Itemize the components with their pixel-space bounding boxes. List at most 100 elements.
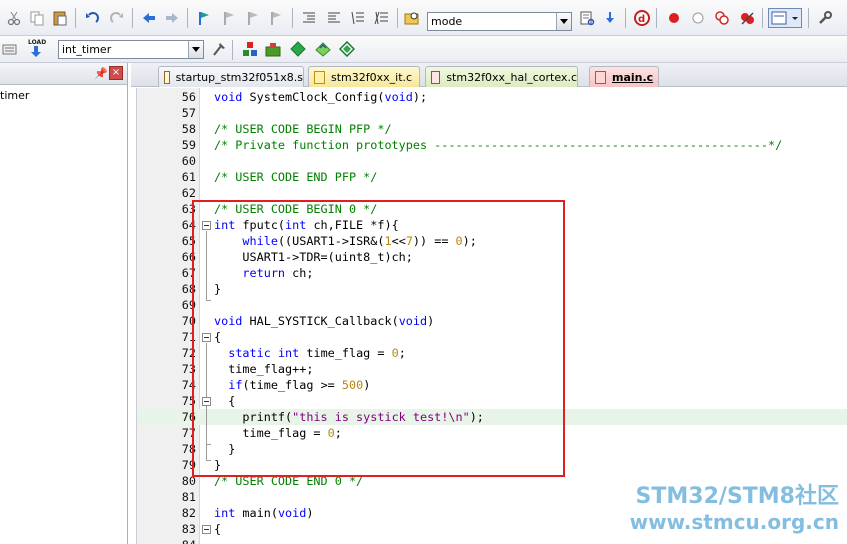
code-line[interactable]: 76 printf("this is systick test!\n");: [137, 409, 847, 425]
chevron-down-icon[interactable]: [188, 41, 203, 58]
code-text: {: [214, 329, 221, 345]
paste-icon[interactable]: [50, 8, 70, 28]
tab-hal-cortex-file[interactable]: stm32f0xx_hal_cortex.c: [425, 66, 578, 87]
disable-breakpoints-icon[interactable]: [712, 8, 732, 28]
code-token: "this is systick test!\n": [292, 410, 470, 424]
code-line[interactable]: 84: [137, 537, 847, 544]
redo-icon[interactable]: [107, 8, 127, 28]
pack-installer-update-icon[interactable]: [337, 39, 357, 59]
fold-toggle-icon[interactable]: [202, 333, 211, 342]
tab-startup-file[interactable]: startup_stm32f051x8.s: [158, 66, 304, 87]
uncomment-icon[interactable]: [372, 8, 392, 28]
insert-breakpoint-icon[interactable]: [664, 8, 684, 28]
navigate-back-icon[interactable]: [139, 8, 159, 28]
clear-bookmarks-icon[interactable]: [266, 8, 286, 28]
code-text: void HAL_SYSTICK_Callback(void): [214, 313, 434, 329]
code-editor[interactable]: 56 void SystemClock_Config(void); 57 58 /* U…: [136, 88, 847, 544]
close-icon[interactable]: ×: [109, 66, 123, 80]
code-line[interactable]: 69: [137, 297, 847, 313]
code-line[interactable]: 71 {: [137, 329, 847, 345]
code-line[interactable]: 65 while((USART1->ISR&(1<<7)) == 0);: [137, 233, 847, 249]
code-token: HAL_SYSTICK_Callback(: [242, 314, 399, 328]
comment-icon[interactable]: [348, 8, 368, 28]
code-token: SystemClock_Config(: [242, 90, 385, 104]
code-line[interactable]: 67 return ch;: [137, 265, 847, 281]
code-token: (time_flag >=: [242, 378, 342, 392]
pack-installer-icon[interactable]: [313, 39, 333, 59]
next-bookmark-icon[interactable]: [243, 8, 263, 28]
code-token: printf(: [214, 410, 293, 424]
code-line[interactable]: 72 static int time_flag = 0;: [137, 345, 847, 361]
manage-rte-icon[interactable]: [288, 39, 308, 59]
code-line[interactable]: 66 USART1->TDR=(uint8_t)ch;: [137, 249, 847, 265]
target-combo[interactable]: int_timer: [58, 40, 204, 59]
fold-toggle-icon[interactable]: [202, 525, 211, 534]
configure-icon[interactable]: [815, 8, 835, 28]
code-line[interactable]: 74 if(time_flag >= 500): [137, 377, 847, 393]
load-button[interactable]: LOAD: [26, 39, 48, 59]
unindent-icon[interactable]: [324, 8, 344, 28]
code-line[interactable]: 68}: [137, 281, 847, 297]
kill-breakpoints-icon[interactable]: [737, 8, 757, 28]
code-line[interactable]: 78 }: [137, 441, 847, 457]
prev-bookmark-icon[interactable]: [219, 8, 239, 28]
code-token: {: [214, 394, 236, 408]
fold-toggle-icon[interactable]: [202, 397, 211, 406]
watermark-title: STM32/STM8社区: [635, 484, 839, 509]
code-line[interactable]: 75 {: [137, 393, 847, 409]
code-token: ): [363, 378, 371, 392]
line-number: 71: [181, 330, 196, 344]
code-token: 500: [341, 378, 364, 392]
line-number: 62: [181, 186, 196, 200]
code-token: ((USART1->ISR&(: [277, 234, 385, 248]
window-layout-dropdown[interactable]: [768, 8, 802, 28]
cut-icon[interactable]: [4, 8, 24, 28]
code-line[interactable]: 60: [137, 153, 847, 169]
tab-main-file[interactable]: main.c: [589, 66, 659, 87]
project-panel-header: 📌 ×: [0, 63, 127, 85]
code-line[interactable]: 64 int fputc(int ch,FILE *f){: [137, 217, 847, 233]
code-text: {: [214, 393, 235, 409]
line-number: 70: [181, 314, 196, 328]
pin-icon[interactable]: 📌: [94, 67, 108, 80]
chevron-down-icon[interactable]: [556, 13, 571, 30]
fold-toggle-icon[interactable]: [202, 221, 211, 230]
code-line[interactable]: 63 /* USER CODE BEGIN 0 */: [137, 201, 847, 217]
code-line[interactable]: 62: [137, 185, 847, 201]
find-in-files-icon[interactable]: [402, 8, 422, 28]
project-tree-item[interactable]: timer: [0, 89, 29, 102]
debug-session-icon[interactable]: d: [632, 8, 652, 28]
code-line[interactable]: 59 /* Private function prototypes -------…: [137, 137, 847, 153]
code-line[interactable]: 57: [137, 105, 847, 121]
bookmark-icon[interactable]: [194, 8, 214, 28]
code-line[interactable]: 70 void HAL_SYSTICK_Callback(void): [137, 313, 847, 329]
mode-combo-value: mode: [431, 15, 463, 28]
code-token: <<: [391, 234, 406, 248]
target-options-icon[interactable]: [209, 39, 229, 59]
find-icon[interactable]: [577, 8, 597, 28]
mode-combo[interactable]: mode: [427, 12, 572, 31]
editor-tab-bar: startup_stm32f051x8.s stm32f0xx_it.c stm…: [131, 63, 847, 87]
code-token: 7: [405, 234, 413, 248]
indent-icon[interactable]: [299, 8, 319, 28]
code-line[interactable]: 79}: [137, 457, 847, 473]
batch-build-icon[interactable]: [0, 39, 20, 59]
enable-breakpoint-icon[interactable]: [688, 8, 708, 28]
code-line[interactable]: 61 /* USER CODE END PFP */: [137, 169, 847, 185]
navigate-forward-icon[interactable]: [162, 8, 182, 28]
code-line[interactable]: 77 time_flag = 0;: [137, 425, 847, 441]
manage-project-items-icon[interactable]: [240, 39, 260, 59]
code-token: void: [214, 314, 243, 328]
select-packs-icon[interactable]: [263, 39, 283, 59]
code-line[interactable]: 73 time_flag++;: [137, 361, 847, 377]
undo-icon[interactable]: [82, 8, 102, 28]
code-line[interactable]: 56 void SystemClock_Config(void);: [137, 89, 847, 105]
download-arrow-icon: [31, 46, 41, 57]
tab-it-file[interactable]: stm32f0xx_it.c: [308, 66, 420, 87]
line-number: 80: [181, 474, 196, 488]
code-line[interactable]: 58 /* USER CODE BEGIN PFP */: [137, 121, 847, 137]
code-token: int: [214, 506, 236, 520]
copy-icon[interactable]: [27, 8, 47, 28]
incremental-find-icon[interactable]: [600, 8, 620, 28]
